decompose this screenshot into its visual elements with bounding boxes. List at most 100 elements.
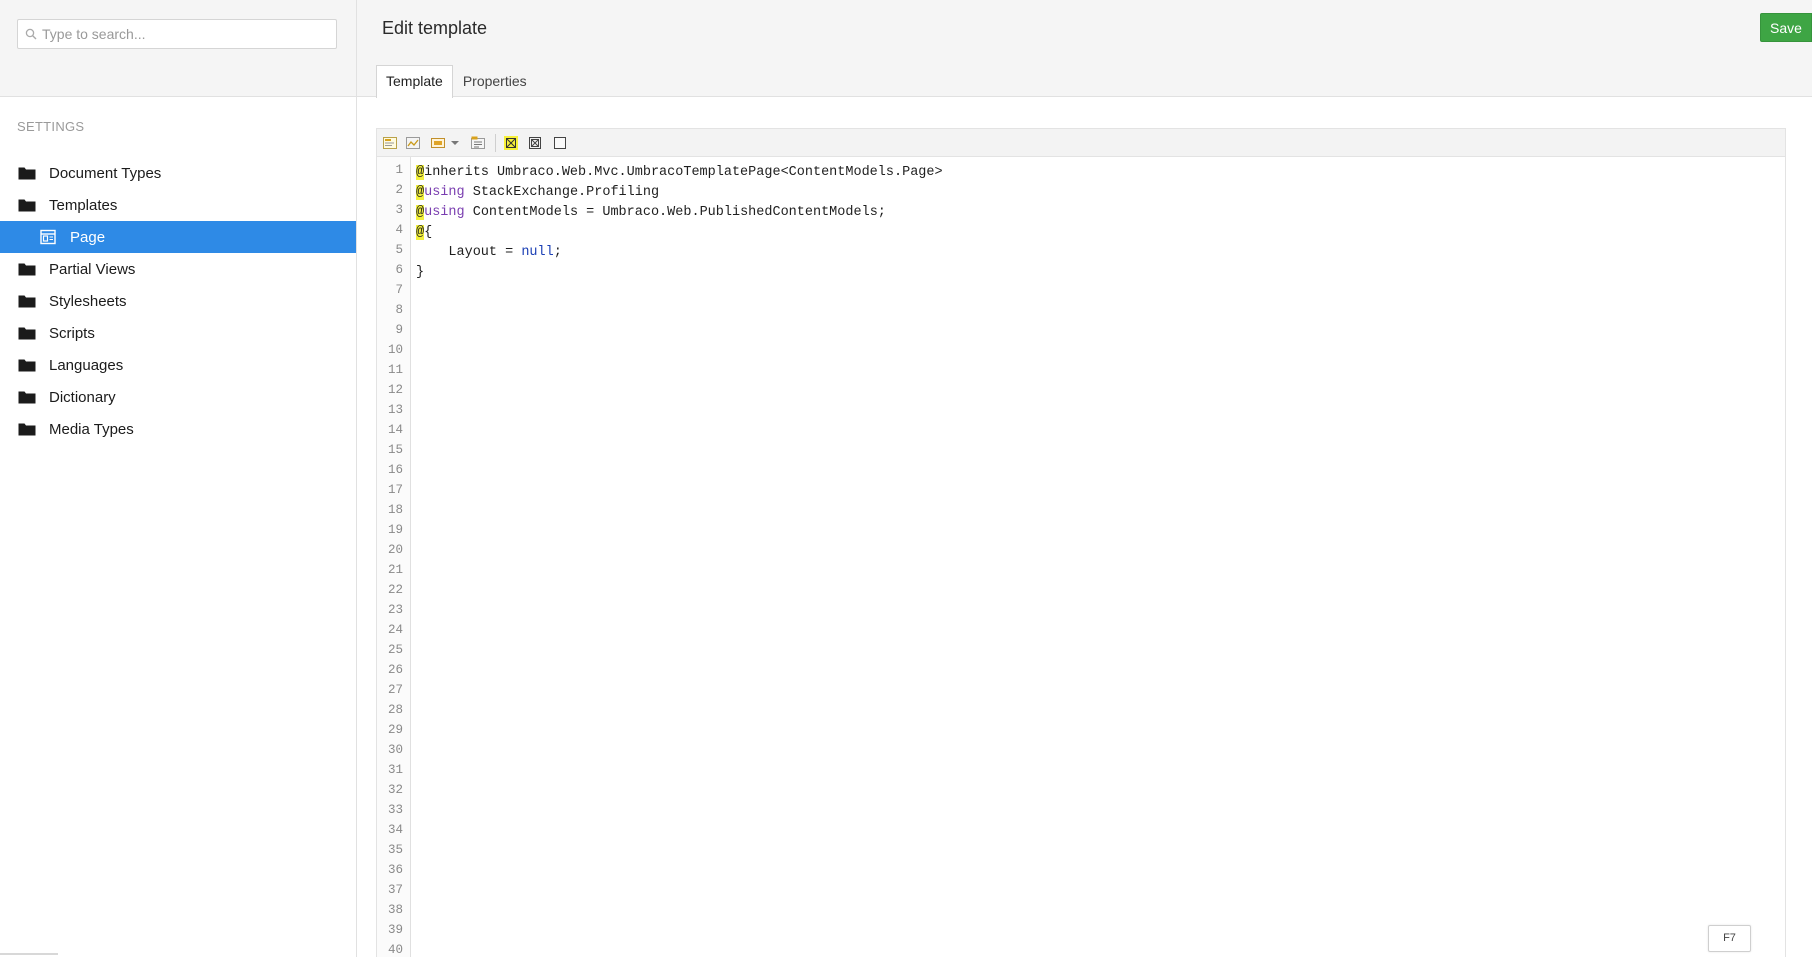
code-token: } — [416, 265, 424, 280]
folder-icon — [18, 166, 36, 180]
folder-icon — [18, 198, 36, 212]
razor-at-token: @ — [416, 225, 424, 240]
sidebar-item-media-types[interactable]: Media Types — [0, 413, 356, 445]
line-number: 10 — [373, 343, 403, 357]
tab-bar: Template Properties — [376, 65, 537, 97]
sidebar-item-languages[interactable]: Languages — [0, 349, 356, 381]
sidebar-item-scripts[interactable]: Scripts — [0, 317, 356, 349]
line-number: 7 — [373, 283, 403, 297]
line-number: 40 — [373, 943, 403, 957]
sidebar-item-templates[interactable]: Templates — [0, 189, 356, 221]
code-line[interactable]: } — [416, 263, 424, 283]
line-number: 31 — [373, 763, 403, 777]
sidebar-item-label: Scripts — [49, 325, 95, 342]
line-number: 38 — [373, 903, 403, 917]
sidebar: SETTINGS Document TypesTemplatesPagePart… — [0, 0, 357, 957]
search-icon — [25, 28, 37, 40]
folder-icon — [18, 326, 36, 340]
sidebar-scroll-indicator — [0, 953, 58, 955]
code-line[interactable]: @using StackExchange.Profiling — [416, 183, 659, 203]
sidebar-item-label: Stylesheets — [49, 293, 127, 310]
code-token: inherits Umbraco.Web.Mvc.UmbracoTemplate… — [424, 165, 942, 180]
folder-icon — [18, 294, 36, 308]
toolbar-separator — [495, 134, 496, 152]
line-number: 36 — [373, 863, 403, 877]
razor-at-token: @ — [416, 165, 424, 180]
sidebar-item-label: Dictionary — [49, 389, 116, 406]
render-body-icon[interactable] — [552, 135, 568, 151]
line-number: 5 — [373, 243, 403, 257]
line-number: 8 — [373, 303, 403, 317]
define-section-icon[interactable] — [527, 135, 543, 151]
code-token: StackExchange.Profiling — [465, 185, 659, 200]
code-line[interactable]: Layout = null; — [416, 243, 562, 263]
line-number-gutter: 1234567891011121314151617181920212223242… — [377, 157, 411, 957]
sidebar-item-label: Page — [70, 229, 105, 246]
sidebar-item-label: Languages — [49, 357, 123, 374]
sidebar-item-page[interactable]: Page — [0, 221, 356, 253]
line-number: 2 — [373, 183, 403, 197]
line-number: 16 — [373, 463, 403, 477]
sidebar-item-label: Document Types — [49, 165, 161, 182]
line-number: 4 — [373, 223, 403, 237]
insert-macro-icon[interactable] — [430, 135, 446, 151]
code-line[interactable]: @inherits Umbraco.Web.Mvc.UmbracoTemplat… — [416, 163, 943, 183]
main-panel: Edit template Save Template Properties — [357, 0, 1812, 957]
insert-placeholder-icon[interactable] — [503, 135, 519, 151]
tab-template[interactable]: Template — [376, 65, 453, 98]
line-number: 22 — [373, 583, 403, 597]
settings-tree: Document Types Templates Page Partial Views… — [0, 157, 356, 445]
code-line[interactable]: @{ — [416, 223, 432, 243]
line-number: 21 — [373, 563, 403, 577]
line-number: 20 — [373, 543, 403, 557]
line-number: 19 — [373, 523, 403, 537]
line-number: 1 — [373, 163, 403, 177]
sidebar-item-stylesheets[interactable]: Stylesheets — [0, 285, 356, 317]
editor-toolbar — [377, 129, 1785, 157]
code-editor[interactable]: 1234567891011121314151617181920212223242… — [376, 128, 1786, 957]
chevron-down-icon[interactable] — [450, 135, 460, 151]
line-number: 35 — [373, 843, 403, 857]
code-line[interactable]: @using ContentModels = Umbraco.Web.Publi… — [416, 203, 886, 223]
insert-page-field-icon[interactable] — [382, 135, 398, 151]
save-button[interactable]: Save — [1760, 13, 1812, 42]
line-number: 14 — [373, 423, 403, 437]
line-number: 6 — [373, 263, 403, 277]
folder-icon — [18, 358, 36, 372]
line-number: 13 — [373, 403, 403, 417]
line-number: 3 — [373, 203, 403, 217]
insert-partial-view-icon[interactable] — [405, 135, 421, 151]
search-box[interactable] — [17, 19, 337, 49]
line-number: 11 — [373, 363, 403, 377]
tab-properties[interactable]: Properties — [453, 65, 537, 97]
code-area[interactable]: @inherits Umbraco.Web.Mvc.UmbracoTemplat… — [416, 157, 1776, 957]
folder-icon — [18, 422, 36, 436]
line-number: 39 — [373, 923, 403, 937]
page-title: Edit template — [382, 18, 487, 39]
sidebar-item-label: Templates — [49, 197, 117, 214]
line-number: 15 — [373, 443, 403, 457]
line-number: 29 — [373, 723, 403, 737]
line-number: 28 — [373, 703, 403, 717]
folder-icon — [18, 262, 36, 276]
editor-header: Edit template Save Template Properties — [357, 0, 1812, 97]
insert-dictionary-item-icon[interactable] — [470, 135, 486, 151]
line-number: 37 — [373, 883, 403, 897]
line-number: 24 — [373, 623, 403, 637]
code-token: Layout = — [416, 245, 521, 260]
line-number: 18 — [373, 503, 403, 517]
razor-at-token: @ — [416, 185, 424, 200]
code-token: { — [424, 225, 432, 240]
code-token: ContentModels = Umbraco.Web.PublishedCon… — [465, 205, 886, 220]
sidebar-header — [0, 0, 356, 97]
keyword-token: using — [424, 205, 465, 220]
sidebar-item-partial-views[interactable]: Partial Views — [0, 253, 356, 285]
line-number: 25 — [373, 643, 403, 657]
line-number: 32 — [373, 783, 403, 797]
sidebar-item-dictionary[interactable]: Dictionary — [0, 381, 356, 413]
literal-token: null — [521, 245, 553, 260]
sidebar-item-label: Partial Views — [49, 261, 135, 278]
razor-at-token: @ — [416, 205, 424, 220]
search-input[interactable] — [42, 20, 332, 48]
sidebar-item-document-types[interactable]: Document Types — [0, 157, 356, 189]
